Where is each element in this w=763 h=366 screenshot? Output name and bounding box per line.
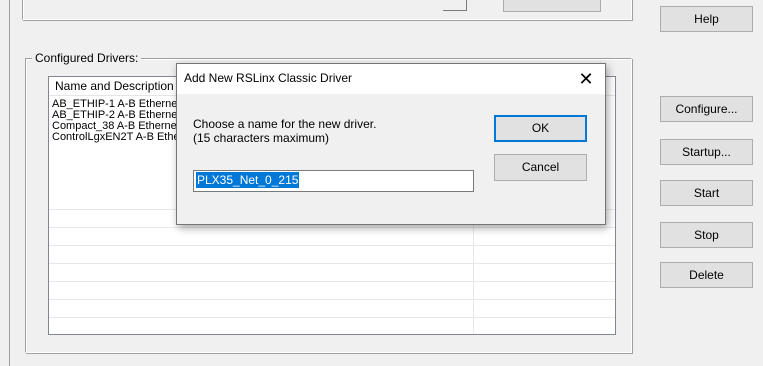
top-hidden-button[interactable]: [503, 0, 601, 12]
ok-button[interactable]: OK: [494, 115, 587, 142]
prompt-line-1: Choose a name for the new driver.: [193, 117, 377, 131]
add-driver-dialog: Add New RSLinx Classic Driver ✕ Choose a…: [176, 63, 606, 225]
grid-line: [49, 245, 615, 246]
dialog-titlebar[interactable]: Add New RSLinx Classic Driver ✕: [177, 64, 605, 94]
driver-name-input[interactable]: PLX35_Net_0_215: [193, 170, 474, 192]
top-dropdown-edge[interactable]: [443, 0, 467, 11]
grid-line: [49, 281, 615, 282]
configured-drivers-label: Configured Drivers:: [32, 51, 142, 65]
driver-name-value: PLX35_Net_0_215: [196, 172, 300, 188]
configure-button[interactable]: Configure...: [660, 96, 753, 122]
grid-line: [49, 299, 615, 300]
close-icon[interactable]: ✕: [567, 64, 605, 94]
window-left-border: [9, 0, 10, 366]
start-button[interactable]: Start: [660, 180, 753, 206]
cancel-button[interactable]: Cancel: [494, 154, 587, 181]
help-button[interactable]: Help: [660, 6, 753, 32]
grid-line: [49, 317, 615, 318]
dialog-prompt: Choose a name for the new driver. (15 ch…: [193, 117, 376, 145]
delete-button[interactable]: Delete: [660, 262, 753, 288]
stop-button[interactable]: Stop: [660, 222, 753, 248]
prompt-line-2: (15 characters maximum): [193, 131, 330, 145]
startup-button[interactable]: Startup...: [660, 139, 753, 165]
dialog-title: Add New RSLinx Classic Driver: [184, 71, 353, 85]
grid-line: [49, 263, 615, 264]
grid-line: [49, 227, 615, 228]
